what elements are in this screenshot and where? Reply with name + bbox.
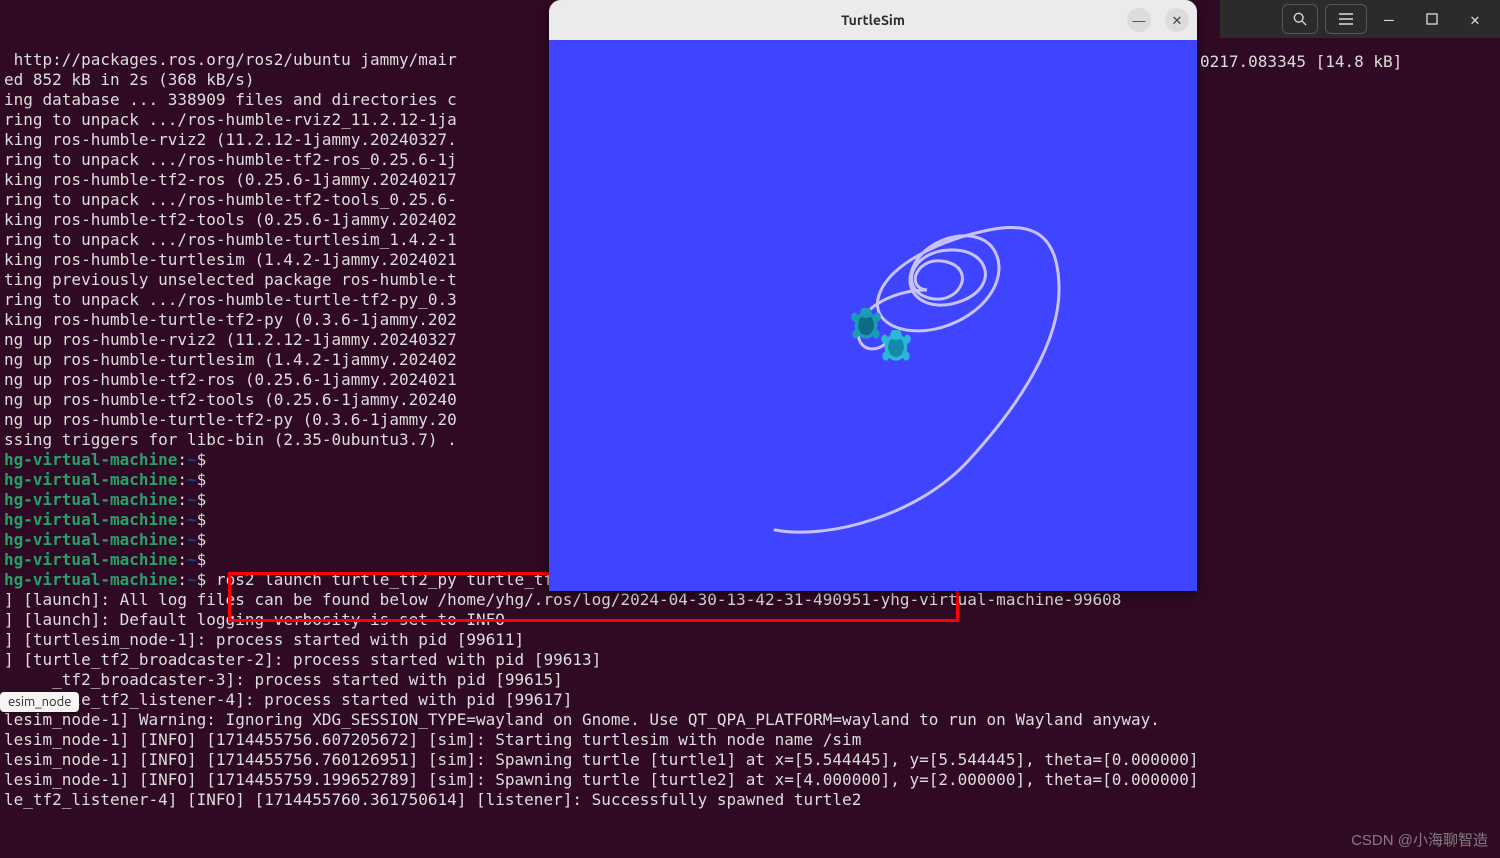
terminal-line: ] [launch]: Default logging verbosity is… (4, 610, 1496, 630)
turtlesim-window[interactable]: TurtleSim — ✕ (549, 0, 1197, 591)
titlebar[interactable]: TurtleSim — ✕ (549, 0, 1197, 40)
minimize-button[interactable]: — (1127, 8, 1151, 32)
terminal-line: ] [turtlesim_node-1]: process started wi… (4, 630, 1496, 650)
terminal-line: ] [turtle_tf2_listener-4]: process start… (4, 690, 1496, 710)
close-icon: ✕ (1172, 14, 1183, 27)
minimize-icon: — (1133, 14, 1146, 27)
terminal-line: le_tf2_listener-4] [INFO] [1714455760.36… (4, 790, 1496, 810)
terminal-line: lesim_node-1] [INFO] [1714455756.6072056… (4, 730, 1496, 750)
turtle2-sprite (879, 330, 909, 360)
turtle-canvas (549, 40, 1197, 591)
window-title: TurtleSim (841, 12, 905, 28)
terminal-line: lesim_node-1] Warning: Ignoring XDG_SESS… (4, 710, 1496, 730)
tooltip: esim_node (0, 692, 79, 712)
terminal-line: _tf2_broadcaster-3]: process started wit… (4, 670, 1496, 690)
turtle1-sprite (849, 308, 879, 338)
close-button[interactable]: ✕ (1165, 8, 1189, 32)
terminal-line: ] [launch]: All log files can be found b… (4, 590, 1496, 610)
terminal-line: lesim_node-1] [INFO] [1714455759.1996527… (4, 770, 1496, 790)
terminal-right-fragment: 0217.083345 [14.8 kB] (1200, 52, 1402, 71)
terminal-line: lesim_node-1] [INFO] [1714455756.7601269… (4, 750, 1496, 770)
terminal-line: ] [turtle_tf2_broadcaster-2]: process st… (4, 650, 1496, 670)
watermark: CSDN @小海聊智造 (1351, 829, 1488, 850)
